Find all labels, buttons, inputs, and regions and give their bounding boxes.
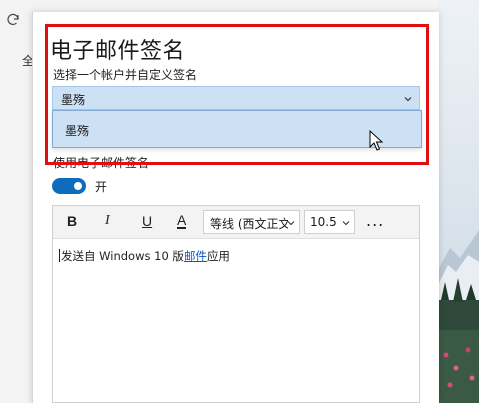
font-family-value: 等线 (西文正文) [210, 217, 288, 231]
italic-button[interactable]: I [105, 213, 110, 229]
dropdown-option-account[interactable]: 墨殇 [65, 122, 89, 139]
signature-text-prefix: 发送自 Windows 10 版 [61, 249, 184, 263]
font-color-button[interactable]: A [177, 213, 187, 229]
mouse-cursor-icon [369, 130, 384, 151]
signature-text-suffix: 应用 [206, 249, 230, 263]
underline-button[interactable]: U [142, 213, 152, 229]
text-caret [59, 249, 60, 262]
signature-toggle[interactable] [52, 178, 86, 194]
signature-editor[interactable]: B I U A 等线 (西文正文) 10.5 ... 发送自 Windows 1… [52, 205, 420, 403]
font-size-select[interactable]: 10.5 [304, 210, 355, 234]
account-select-label: 选择一个帐户并自定义签名 [53, 68, 198, 82]
font-size-value: 10.5 [310, 215, 337, 229]
account-dropdown-list: 墨殇 [52, 110, 422, 148]
more-options-button[interactable]: ... [366, 211, 384, 230]
signature-text[interactable]: 发送自 Windows 10 版邮件应用 [59, 248, 230, 264]
mountain-scene-image [438, 0, 479, 403]
toggle-knob [74, 182, 82, 190]
refresh-icon[interactable] [5, 12, 21, 28]
chevron-down-icon [287, 221, 295, 226]
wallpaper-strip [438, 0, 479, 403]
toggle-state-label: 开 [95, 180, 108, 194]
account-combobox[interactable]: 墨殇 [52, 86, 420, 110]
font-family-select[interactable]: 等线 (西文正文) [203, 210, 300, 234]
background-app-strip: 全 [0, 0, 34, 403]
page-title: 电子邮件签名 [50, 39, 186, 64]
chevron-down-icon [342, 221, 350, 226]
use-signature-label: 使用电子邮件签名 [53, 156, 150, 170]
account-combobox-value: 墨殇 [61, 93, 86, 107]
bold-button[interactable]: B [67, 213, 77, 229]
formatting-toolbar: B I U A 等线 (西文正文) 10.5 ... [53, 206, 419, 239]
chevron-down-icon [404, 97, 412, 102]
mail-app-link[interactable]: 邮件 [184, 249, 207, 263]
